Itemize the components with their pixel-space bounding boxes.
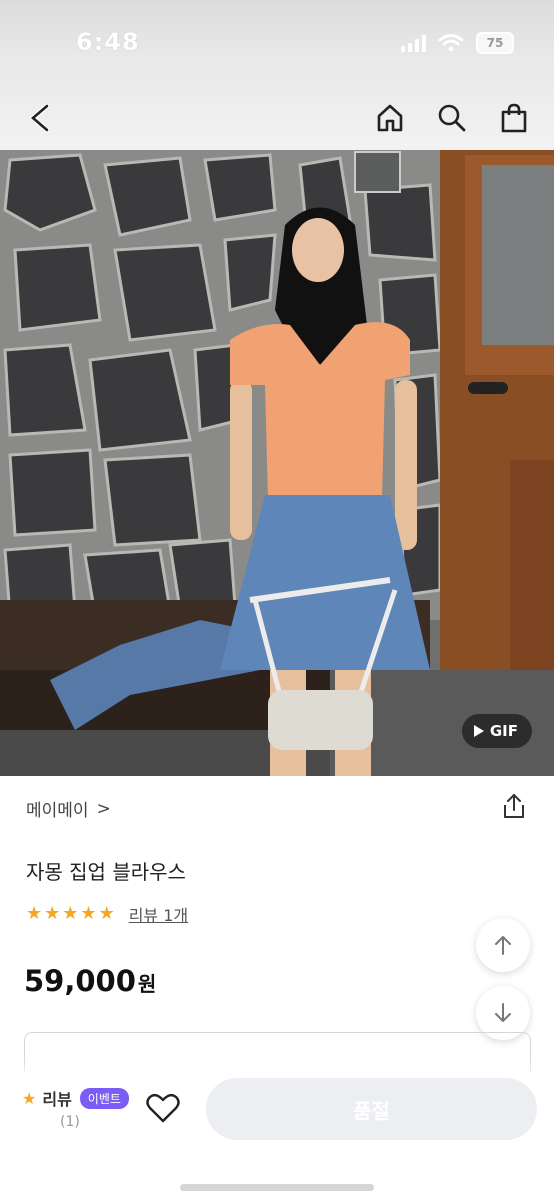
star-icon: ★ [80, 903, 97, 924]
brand-link[interactable]: 메이메이 > [26, 796, 111, 822]
star-icon: ★ [22, 1088, 37, 1108]
arrow-up-icon [495, 936, 511, 955]
review-tab[interactable]: ★ 리뷰 이벤트 [22, 1086, 129, 1110]
shopping-bag-icon [501, 103, 527, 133]
product-title: 자몽 집업 블라우스 [26, 860, 186, 884]
event-badge: 이벤트 [79, 1087, 129, 1109]
arrow-down-icon [495, 1003, 511, 1022]
share-icon [504, 794, 524, 818]
status-time: 6:48 [76, 28, 140, 56]
review-label: 리뷰 [42, 1090, 72, 1109]
home-icon [377, 104, 403, 132]
product-detail-screen: 6:48 75 GIF 메이메이 > 자몽 집업 블라우스 ★ ★ ★ ★ ★ … [0, 0, 554, 1200]
soldout-button[interactable]: 품절 [206, 1078, 537, 1140]
search-button[interactable] [434, 100, 470, 136]
home-indicator [180, 1184, 374, 1191]
home-button[interactable] [372, 100, 408, 136]
brand-name: 메이메이 [26, 801, 89, 821]
wishlist-button[interactable] [146, 1092, 180, 1124]
gif-toggle[interactable]: GIF [461, 714, 532, 748]
price-value: 59,000 [24, 964, 136, 998]
star-icon: ★ [44, 903, 61, 924]
product-photo [0, 150, 554, 776]
wifi-icon [438, 34, 464, 52]
battery-indicator: 75 [476, 32, 514, 54]
review-count: (1) [60, 1114, 80, 1130]
price-unit: 원 [137, 972, 157, 996]
heart-icon [146, 1093, 180, 1123]
signal-icon [401, 34, 426, 52]
rating-row: ★ ★ ★ ★ ★ 리뷰 1개 [26, 902, 188, 926]
product-image[interactable]: GIF [0, 150, 554, 776]
gif-label: GIF [489, 722, 518, 740]
share-button[interactable] [500, 792, 528, 820]
cart-button[interactable] [496, 100, 532, 136]
top-bar: 6:48 75 [0, 0, 554, 150]
play-icon [473, 725, 484, 737]
star-icon: ★ [98, 903, 115, 924]
scroll-top-button[interactable] [476, 918, 530, 972]
back-button[interactable] [22, 100, 58, 136]
star-icon: ★ [62, 903, 79, 924]
search-icon [438, 104, 466, 132]
review-count-link[interactable]: 리뷰 1개 [129, 902, 188, 926]
chevron-right-icon: > [96, 798, 111, 819]
price: 59,000 원 [24, 964, 156, 998]
chevron-left-icon [29, 103, 50, 133]
status-icons: 75 [401, 32, 514, 54]
star-icon: ★ [26, 903, 43, 924]
bottom-action-bar: ★ 리뷰 이벤트 (1) 품절 [0, 1072, 554, 1200]
